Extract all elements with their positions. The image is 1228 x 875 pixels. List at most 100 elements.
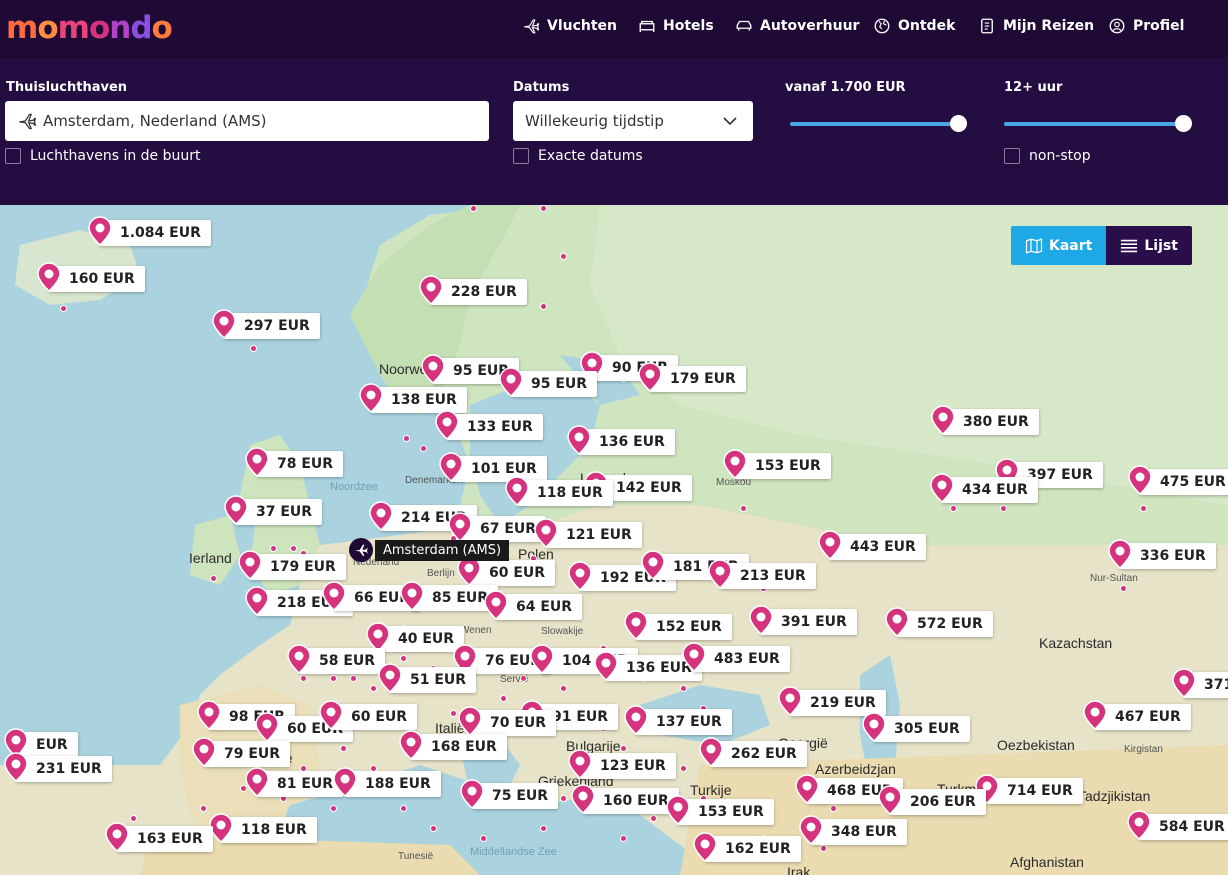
destination-dot[interactable] [400, 655, 407, 662]
destination-dot[interactable] [540, 303, 547, 310]
destination-dot[interactable] [420, 445, 427, 452]
destination-dot[interactable] [300, 675, 307, 682]
price-marker[interactable]: 371 [1172, 668, 1228, 698]
destination-dot[interactable] [830, 805, 837, 812]
destination-dot[interactable] [270, 545, 277, 552]
nav-flights[interactable]: Vluchten [522, 17, 617, 35]
destination-dot[interactable] [340, 745, 347, 752]
price-slider[interactable] [790, 115, 967, 133]
price-marker[interactable]: 305 EUR [862, 712, 970, 742]
price-marker[interactable]: 58 EUR [287, 644, 386, 674]
destination-dot[interactable] [540, 205, 547, 212]
price-marker[interactable]: 391 EUR [749, 605, 857, 635]
checkbox-box[interactable] [1004, 148, 1020, 164]
price-marker[interactable]: 348 EUR [799, 815, 907, 845]
price-marker[interactable]: 213 EUR [708, 559, 816, 589]
destination-dot[interactable] [560, 795, 567, 802]
price-marker[interactable]: 206 EUR [878, 785, 986, 815]
price-marker[interactable]: 1.084 EUR [88, 216, 211, 246]
duration-slider[interactable] [1004, 115, 1192, 133]
price-marker[interactable]: 228 EUR [419, 275, 527, 305]
destination-dot[interactable] [1120, 585, 1127, 592]
price-marker[interactable]: 101 EUR [439, 452, 547, 482]
price-marker[interactable]: 51 EUR [378, 663, 477, 693]
price-marker[interactable]: 475 EUR [1128, 465, 1228, 495]
price-marker[interactable]: 231 EUR [4, 752, 112, 782]
destination-dot[interactable] [650, 815, 657, 822]
price-marker[interactable]: 123 EUR [568, 749, 676, 779]
destination-dot[interactable] [620, 745, 627, 752]
price-marker[interactable]: 163 EUR [105, 822, 213, 852]
price-marker[interactable]: 81 EUR [245, 767, 344, 797]
price-marker[interactable]: 79 EUR [192, 737, 291, 767]
destination-dot[interactable] [250, 345, 257, 352]
price-marker[interactable]: 714 EUR [975, 774, 1083, 804]
destination-dot[interactable] [370, 685, 377, 692]
price-marker[interactable]: 584 EUR [1127, 810, 1228, 840]
price-marker[interactable]: 118 EUR [209, 813, 317, 843]
price-marker[interactable]: 380 EUR [931, 405, 1039, 435]
map-view-button[interactable]: Kaart [1011, 226, 1107, 265]
price-marker[interactable]: 483 EUR [682, 642, 790, 672]
origin-marker[interactable]: Amsterdam (AMS) [349, 538, 510, 562]
price-marker[interactable]: 136 EUR [567, 425, 675, 455]
price-marker[interactable]: 168 EUR [399, 730, 507, 760]
destination-dot[interactable] [820, 845, 827, 852]
price-marker[interactable]: 118 EUR [505, 476, 613, 506]
momondo-logo[interactable]: momondo [6, 10, 173, 46]
nav-trips[interactable]: Mijn Reizen [978, 17, 1094, 35]
destination-dot[interactable] [680, 765, 687, 772]
price-slider-thumb[interactable] [950, 115, 967, 132]
nearby-airports-checkbox[interactable]: Luchthavens in de buurt [5, 148, 201, 164]
price-marker[interactable]: 95 EUR [499, 367, 598, 397]
checkbox-box[interactable] [5, 148, 21, 164]
destination-dot[interactable] [400, 805, 407, 812]
nonstop-checkbox[interactable]: non-stop [1004, 148, 1091, 164]
nav-hotels[interactable]: Hotels [638, 17, 714, 35]
destination-dot[interactable] [330, 805, 337, 812]
destination-dot[interactable] [1000, 505, 1007, 512]
destination-dot[interactable] [330, 675, 337, 682]
dates-dropdown[interactable]: Willekeurig tijdstip [513, 101, 753, 141]
price-marker[interactable]: 70 EUR [458, 706, 557, 736]
exact-dates-checkbox[interactable]: Exacte datums [513, 148, 643, 164]
price-marker[interactable]: 160 EUR [571, 784, 679, 814]
destination-dot[interactable] [1140, 505, 1147, 512]
price-marker[interactable]: 179 EUR [638, 362, 746, 392]
destination-dot[interactable] [500, 695, 507, 702]
destination-dot[interactable] [540, 825, 547, 832]
price-marker[interactable]: 443 EUR [818, 530, 926, 560]
destination-dot[interactable] [560, 685, 567, 692]
destination-dot[interactable] [470, 205, 477, 212]
destination-dot[interactable] [450, 710, 457, 717]
price-marker[interactable]: 434 EUR [930, 473, 1038, 503]
destination-dot[interactable] [210, 575, 217, 582]
price-marker[interactable]: 37 EUR [224, 495, 323, 525]
price-marker[interactable]: 75 EUR [460, 779, 559, 809]
price-marker[interactable]: 467 EUR [1083, 700, 1191, 730]
destination-dot[interactable] [620, 835, 627, 842]
price-marker[interactable]: 78 EUR [245, 447, 344, 477]
destination-dot[interactable] [680, 685, 687, 692]
price-marker[interactable]: 162 EUR [693, 832, 801, 862]
destination-dot[interactable] [950, 505, 957, 512]
destination-dot[interactable] [130, 815, 137, 822]
list-view-button[interactable]: Lijst [1106, 226, 1192, 265]
destination-dot[interactable] [200, 805, 207, 812]
destination-dot[interactable] [430, 825, 437, 832]
price-marker[interactable]: 262 EUR [699, 737, 807, 767]
price-marker[interactable]: 336 EUR [1108, 539, 1216, 569]
price-marker[interactable]: 137 EUR [624, 705, 732, 735]
price-marker[interactable]: 133 EUR [435, 410, 543, 440]
destination-dot[interactable] [403, 435, 410, 442]
destination-dot[interactable] [520, 675, 527, 682]
price-marker[interactable]: 160 EUR [37, 262, 145, 292]
price-marker[interactable]: 153 EUR [723, 449, 831, 479]
price-marker[interactable]: 179 EUR [238, 550, 346, 580]
duration-slider-thumb[interactable] [1175, 115, 1192, 132]
destination-dot[interactable] [350, 675, 357, 682]
price-marker[interactable]: 572 EUR [885, 607, 993, 637]
price-marker[interactable]: 121 EUR [534, 518, 642, 548]
destination-dot[interactable] [740, 505, 747, 512]
home-airport-input[interactable]: Amsterdam, Nederland (AMS) [5, 101, 489, 141]
